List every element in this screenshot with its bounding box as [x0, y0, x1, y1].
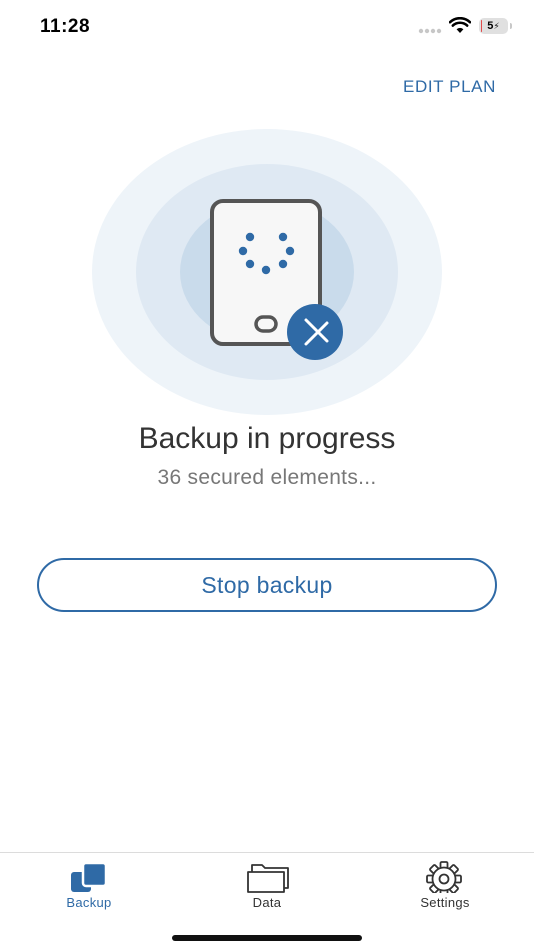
- brand-badge-icon: [287, 304, 343, 360]
- gear-icon: [426, 861, 462, 893]
- edit-plan-button[interactable]: EDIT PLAN: [403, 77, 496, 97]
- tab-data-label: Data: [252, 895, 282, 910]
- status-bar: 11:28 5⚡︎: [0, 0, 534, 54]
- charging-bolt-icon: ⚡︎: [493, 21, 500, 31]
- folder-icon: [247, 864, 289, 893]
- tab-data[interactable]: Data: [178, 853, 356, 923]
- wifi-icon: [449, 17, 471, 33]
- battery-indicator: 5⚡︎: [479, 18, 508, 34]
- secured-elements-count: 36 secured elements...: [157, 466, 377, 489]
- backup-illustration: [92, 129, 442, 415]
- status-time: 11:28: [40, 16, 91, 37]
- cellular-signal-icon: [418, 28, 442, 34]
- tab-backup[interactable]: Backup: [0, 853, 178, 923]
- backup-icon: [71, 861, 108, 892]
- backup-status-title: Backup in progress: [138, 422, 396, 455]
- tab-backup-label: Backup: [66, 895, 112, 910]
- home-indicator[interactable]: [172, 935, 362, 941]
- battery-tip: [510, 23, 512, 29]
- tab-settings[interactable]: Settings: [356, 853, 534, 923]
- tab-settings-label: Settings: [420, 895, 470, 910]
- stop-backup-button[interactable]: Stop backup: [37, 558, 497, 612]
